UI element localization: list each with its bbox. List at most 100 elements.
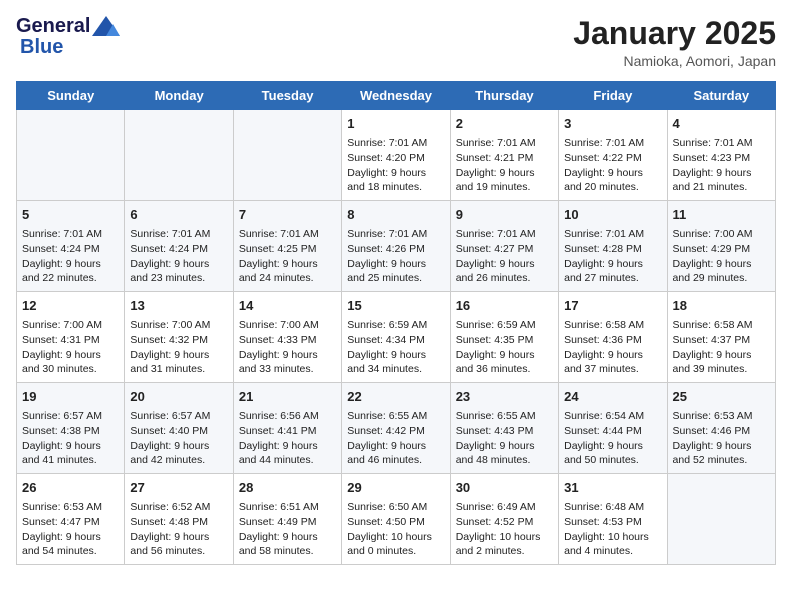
sunset-text: Sunset: 4:28 PM (564, 242, 661, 257)
calendar-cell: 8Sunrise: 7:01 AMSunset: 4:26 PMDaylight… (342, 201, 450, 292)
sunset-text: Sunset: 4:43 PM (456, 424, 553, 439)
calendar-cell: 25Sunrise: 6:53 AMSunset: 4:46 PMDayligh… (667, 383, 775, 474)
weekday-header: Thursday (450, 82, 558, 110)
location: Namioka, Aomori, Japan (573, 53, 776, 69)
day-number: 29 (347, 479, 444, 497)
day-number: 8 (347, 206, 444, 224)
calendar-cell: 15Sunrise: 6:59 AMSunset: 4:34 PMDayligh… (342, 292, 450, 383)
daylight-text: Daylight: 9 hours and 30 minutes. (22, 348, 119, 377)
daylight-text: Daylight: 9 hours and 41 minutes. (22, 439, 119, 468)
weekday-header: Monday (125, 82, 233, 110)
sunrise-text: Sunrise: 6:57 AM (22, 409, 119, 424)
daylight-text: Daylight: 9 hours and 39 minutes. (673, 348, 770, 377)
daylight-text: Daylight: 9 hours and 27 minutes. (564, 257, 661, 286)
weekday-header: Wednesday (342, 82, 450, 110)
day-number: 9 (456, 206, 553, 224)
calendar-cell: 17Sunrise: 6:58 AMSunset: 4:36 PMDayligh… (559, 292, 667, 383)
sunrise-text: Sunrise: 7:00 AM (673, 227, 770, 242)
sunset-text: Sunset: 4:24 PM (22, 242, 119, 257)
day-number: 23 (456, 388, 553, 406)
calendar-cell: 22Sunrise: 6:55 AMSunset: 4:42 PMDayligh… (342, 383, 450, 474)
sunset-text: Sunset: 4:27 PM (456, 242, 553, 257)
sunrise-text: Sunrise: 6:58 AM (673, 318, 770, 333)
sunset-text: Sunset: 4:52 PM (456, 515, 553, 530)
sunset-text: Sunset: 4:40 PM (130, 424, 227, 439)
sunrise-text: Sunrise: 7:01 AM (456, 136, 553, 151)
sunset-text: Sunset: 4:31 PM (22, 333, 119, 348)
daylight-text: Daylight: 9 hours and 23 minutes. (130, 257, 227, 286)
day-number: 31 (564, 479, 661, 497)
sunset-text: Sunset: 4:22 PM (564, 151, 661, 166)
calendar-cell: 26Sunrise: 6:53 AMSunset: 4:47 PMDayligh… (17, 473, 125, 564)
calendar-cell: 23Sunrise: 6:55 AMSunset: 4:43 PMDayligh… (450, 383, 558, 474)
daylight-text: Daylight: 9 hours and 46 minutes. (347, 439, 444, 468)
logo-general: General (16, 16, 90, 36)
sunset-text: Sunset: 4:38 PM (22, 424, 119, 439)
daylight-text: Daylight: 9 hours and 52 minutes. (673, 439, 770, 468)
calendar-week-row: 19Sunrise: 6:57 AMSunset: 4:38 PMDayligh… (17, 383, 776, 474)
month-title: January 2025 (573, 16, 776, 51)
sunrise-text: Sunrise: 7:01 AM (130, 227, 227, 242)
calendar-cell: 31Sunrise: 6:48 AMSunset: 4:53 PMDayligh… (559, 473, 667, 564)
sunset-text: Sunset: 4:50 PM (347, 515, 444, 530)
day-number: 14 (239, 297, 336, 315)
daylight-text: Daylight: 9 hours and 36 minutes. (456, 348, 553, 377)
daylight-text: Daylight: 9 hours and 48 minutes. (456, 439, 553, 468)
calendar-week-row: 26Sunrise: 6:53 AMSunset: 4:47 PMDayligh… (17, 473, 776, 564)
calendar-cell: 18Sunrise: 6:58 AMSunset: 4:37 PMDayligh… (667, 292, 775, 383)
day-number: 7 (239, 206, 336, 224)
sunrise-text: Sunrise: 7:00 AM (130, 318, 227, 333)
title-block: January 2025 Namioka, Aomori, Japan (573, 16, 776, 69)
daylight-text: Daylight: 9 hours and 56 minutes. (130, 530, 227, 559)
sunset-text: Sunset: 4:32 PM (130, 333, 227, 348)
daylight-text: Daylight: 9 hours and 18 minutes. (347, 166, 444, 195)
day-number: 5 (22, 206, 119, 224)
daylight-text: Daylight: 9 hours and 58 minutes. (239, 530, 336, 559)
day-number: 25 (673, 388, 770, 406)
day-number: 12 (22, 297, 119, 315)
day-number: 20 (130, 388, 227, 406)
daylight-text: Daylight: 9 hours and 29 minutes. (673, 257, 770, 286)
calendar-week-row: 5 Sunrise: 7:01 AM Sunset: 4:24 PM Daylight… (17, 201, 776, 292)
daylight-text: Daylight: 9 hours and 20 minutes. (564, 166, 661, 195)
calendar-cell: 14Sunrise: 7:00 AMSunset: 4:33 PMDayligh… (233, 292, 341, 383)
calendar-cell: 29Sunrise: 6:50 AMSunset: 4:50 PMDayligh… (342, 473, 450, 564)
sunset-text: Sunset: 4:36 PM (564, 333, 661, 348)
sunrise-text: Sunrise: 6:49 AM (456, 500, 553, 515)
daylight-text: Daylight: 9 hours and 42 minutes. (130, 439, 227, 468)
calendar-cell: 20Sunrise: 6:57 AMSunset: 4:40 PMDayligh… (125, 383, 233, 474)
calendar-week-row: 12Sunrise: 7:00 AMSunset: 4:31 PMDayligh… (17, 292, 776, 383)
calendar-cell: 11Sunrise: 7:00 AMSunset: 4:29 PMDayligh… (667, 201, 775, 292)
sunset-text: Sunset: 4:46 PM (673, 424, 770, 439)
daylight-text: Daylight: 9 hours and 44 minutes. (239, 439, 336, 468)
sunrise-text: Sunrise: 7:00 AM (239, 318, 336, 333)
sunset-text: Sunset: 4:23 PM (673, 151, 770, 166)
sunrise-text: Sunrise: 7:01 AM (239, 227, 336, 242)
calendar-cell: 21Sunrise: 6:56 AMSunset: 4:41 PMDayligh… (233, 383, 341, 474)
sunset-text: Sunset: 4:21 PM (456, 151, 553, 166)
weekday-header: Tuesday (233, 82, 341, 110)
day-number: 16 (456, 297, 553, 315)
sunrise-text: Sunrise: 6:53 AM (22, 500, 119, 515)
sunset-text: Sunset: 4:33 PM (239, 333, 336, 348)
calendar-cell: 12Sunrise: 7:00 AMSunset: 4:31 PMDayligh… (17, 292, 125, 383)
calendar-cell: 10Sunrise: 7:01 AMSunset: 4:28 PMDayligh… (559, 201, 667, 292)
weekday-header: Saturday (667, 82, 775, 110)
sunrise-text: Sunrise: 7:01 AM (673, 136, 770, 151)
calendar-cell: 2Sunrise: 7:01 AMSunset: 4:21 PMDaylight… (450, 110, 558, 201)
day-number: 30 (456, 479, 553, 497)
sunrise-text: Sunrise: 6:55 AM (347, 409, 444, 424)
day-number: 4 (673, 115, 770, 133)
calendar-table: SundayMondayTuesdayWednesdayThursdayFrid… (16, 81, 776, 565)
day-number: 13 (130, 297, 227, 315)
day-number: 18 (673, 297, 770, 315)
sunrise-text: Sunrise: 6:54 AM (564, 409, 661, 424)
day-number: 19 (22, 388, 119, 406)
weekday-header: Friday (559, 82, 667, 110)
day-number: 21 (239, 388, 336, 406)
calendar-cell (667, 473, 775, 564)
weekday-header-row: SundayMondayTuesdayWednesdayThursdayFrid… (17, 82, 776, 110)
calendar-cell (17, 110, 125, 201)
calendar-cell: 3Sunrise: 7:01 AMSunset: 4:22 PMDaylight… (559, 110, 667, 201)
calendar-week-row: 1Sunrise: 7:01 AMSunset: 4:20 PMDaylight… (17, 110, 776, 201)
